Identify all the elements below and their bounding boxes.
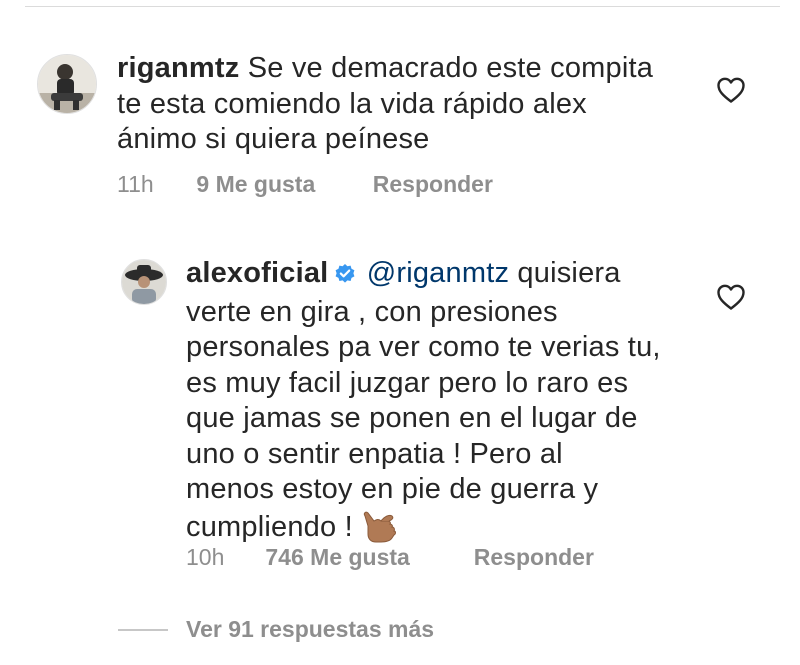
comment-line: cumpliendo ! bbox=[186, 510, 353, 543]
comment-line: quisiera bbox=[509, 257, 621, 289]
mention-link[interactable]: @riganmtz bbox=[367, 257, 509, 289]
verified-badge-icon bbox=[334, 259, 356, 295]
comment-line: verte en gira , con presiones bbox=[186, 295, 558, 328]
comment-time[interactable]: 11h bbox=[117, 171, 190, 198]
top-divider bbox=[25, 6, 780, 7]
comment-meta: 10h 746 Me gusta Responder bbox=[186, 544, 594, 571]
comment-line: ánimo si quiera peínese bbox=[117, 123, 430, 155]
comment-likes[interactable]: 746 Me gusta bbox=[265, 544, 467, 571]
reply-button[interactable]: Responder bbox=[474, 544, 594, 571]
comment-line: uno o sentir enpatia ! Pero al bbox=[186, 437, 563, 470]
comment-line: Se ve demacrado este compita bbox=[247, 52, 654, 84]
comment-username[interactable]: alexoficial bbox=[186, 257, 328, 289]
comment-meta: 11h 9 Me gusta Responder bbox=[117, 171, 493, 198]
like-heart-icon[interactable] bbox=[716, 76, 746, 104]
reply-text: alexoficial @riganmtz quisiera verte en … bbox=[186, 256, 661, 553]
comment-line: que jamas se ponen en el lugar de bbox=[186, 402, 638, 434]
comment-line: te esta comiendo la vida rápido alex bbox=[117, 87, 587, 120]
comment-line: es muy facil juzgar pero lo raro es bbox=[186, 366, 629, 399]
reply-button[interactable]: Responder bbox=[373, 171, 493, 198]
avatar[interactable] bbox=[121, 259, 167, 305]
comment-text: riganmtz Se ve demacrado este compita te… bbox=[117, 51, 653, 158]
view-replies-label: Ver 91 respuestas más bbox=[186, 616, 435, 642]
comment-username[interactable]: riganmtz bbox=[117, 52, 239, 84]
view-replies-button[interactable]: Ver 91 respuestas más bbox=[118, 616, 434, 643]
comment-line: personales pa ver como te verias tu, bbox=[186, 331, 661, 363]
comment-line: menos estoy en pie de guerra y bbox=[186, 473, 599, 505]
comment-likes[interactable]: 9 Me gusta bbox=[196, 171, 366, 198]
like-heart-icon[interactable] bbox=[716, 283, 746, 311]
replies-divider bbox=[118, 628, 168, 631]
avatar[interactable] bbox=[37, 54, 97, 114]
comment-time[interactable]: 10h bbox=[186, 544, 259, 571]
avatar-photo bbox=[38, 55, 96, 113]
avatar-photo bbox=[122, 260, 166, 304]
